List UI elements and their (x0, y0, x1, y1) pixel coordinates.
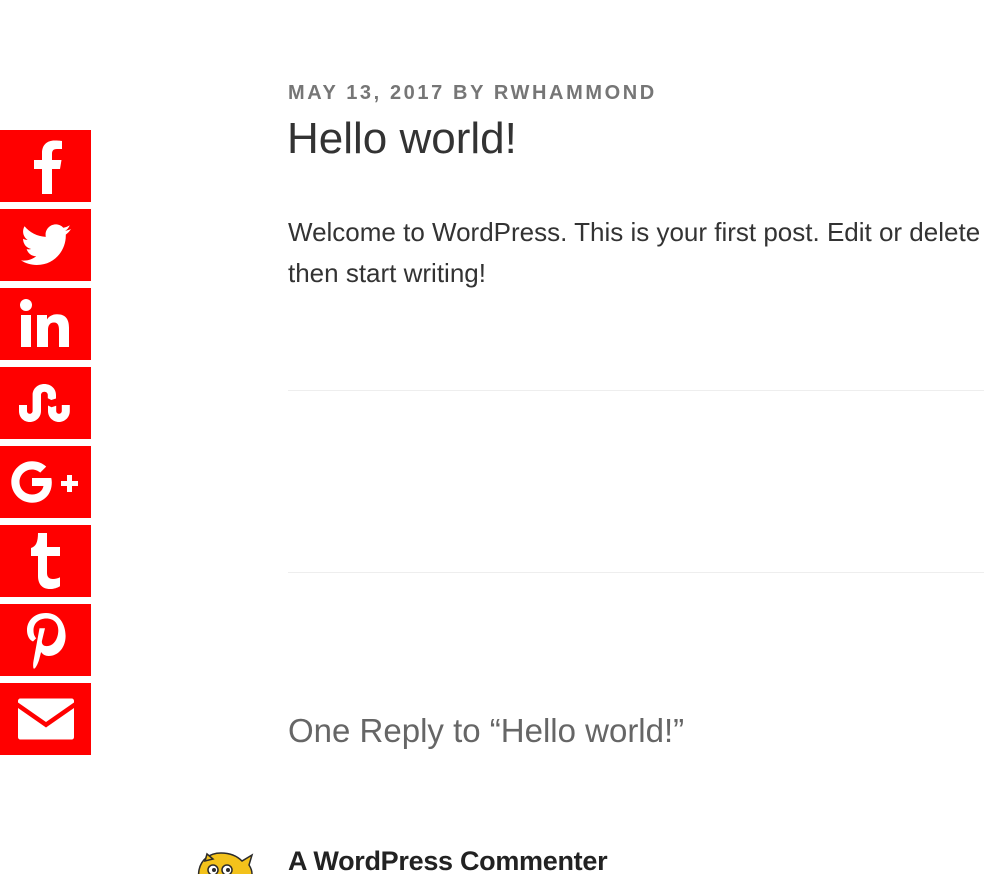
pinterest-icon (26, 613, 66, 669)
comments-title: One Reply to “Hello world!” (288, 712, 685, 749)
share-email-button[interactable] (0, 683, 91, 755)
share-facebook-button[interactable] (0, 130, 91, 202)
share-stumbleupon-button[interactable] (0, 367, 91, 439)
share-twitter-button[interactable] (0, 209, 91, 281)
content-divider (288, 390, 984, 391)
post-title: Hello world! (287, 114, 517, 163)
post-content: Welcome to WordPress. This is your first… (288, 217, 984, 288)
post-date-link[interactable]: MAY 13, 2017 (288, 82, 445, 104)
share-linkedin-button[interactable] (0, 288, 91, 360)
page: MAY 13, 2017 BY RWHAMMOND Hello world! W… (0, 0, 984, 874)
share-google-plus-button[interactable] (0, 446, 91, 518)
tumblr-icon (30, 533, 60, 589)
twitter-icon (20, 224, 71, 265)
share-pinterest-button[interactable] (0, 604, 91, 676)
email-icon (17, 698, 74, 740)
post-meta: MAY 13, 2017 BY RWHAMMOND (288, 82, 657, 105)
post-by-label: BY (453, 82, 486, 104)
facebook-icon (33, 140, 62, 194)
linkedin-icon (19, 299, 69, 347)
comment-author-name: A WordPress Commenter (288, 846, 608, 874)
post-author-link[interactable]: RWHAMMOND (494, 82, 657, 104)
share-tumblr-button[interactable] (0, 525, 91, 597)
wapuu-avatar-icon (197, 852, 254, 874)
navigation-divider (288, 572, 984, 573)
stumbleupon-icon (18, 384, 70, 422)
google-plus-icon (10, 461, 78, 503)
social-share-bar (0, 130, 91, 755)
